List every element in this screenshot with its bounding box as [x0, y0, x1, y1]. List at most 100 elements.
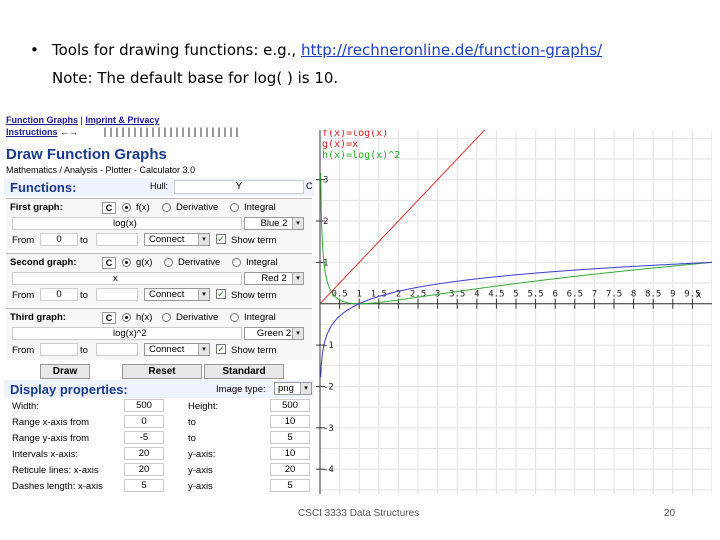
x-tick-label: 5.5 [527, 290, 543, 300]
function-graphs-screenshot: Function Graphs | Imprint & Privacy Inst… [4, 112, 712, 494]
nav-link-function-graphs[interactable]: Function Graphs [6, 115, 78, 125]
integral-radio[interactable] [232, 258, 241, 267]
note-line: Note: The default base for log( ) is 10. [52, 69, 339, 87]
color-c-button[interactable]: C [102, 312, 116, 324]
y-tick-label: 3 [323, 176, 328, 186]
function-name: h(x) [136, 312, 153, 323]
property-label: Range y-axis from [12, 433, 90, 444]
functions-header: Functions: Hull: Y C [4, 178, 314, 196]
connect-select[interactable]: Connect ▾ [144, 233, 210, 246]
reset-button[interactable]: Reset [122, 364, 202, 379]
nav-link-instructions[interactable]: Instructions [6, 127, 58, 137]
property-input[interactable]: 500 [124, 399, 164, 412]
third-graph-panel: Third graph: C h(x) Derivative Integral … [6, 308, 312, 360]
nav-link-imprint[interactable]: Imprint & Privacy [85, 115, 159, 125]
standard-button[interactable]: Standard [204, 364, 284, 379]
show-term-checkbox[interactable]: ✓ [216, 344, 226, 354]
integral-radio[interactable] [230, 203, 239, 212]
from-label: From [12, 235, 35, 246]
connect-select[interactable]: Connect ▾ [144, 343, 210, 356]
from-input[interactable]: 0 [40, 233, 78, 246]
from-label: From [12, 345, 35, 356]
chevron-down-icon: ▾ [292, 328, 303, 339]
legend-entry: g(x)=x [322, 139, 358, 150]
x-tick-label: 9 [670, 290, 675, 300]
connect-select[interactable]: Connect ▾ [144, 288, 210, 301]
from-input[interactable] [40, 343, 78, 356]
x-tick-label: 7.5 [606, 290, 622, 300]
property-row: Reticule lines: x-axis 20 y-axis 20 [6, 462, 312, 478]
integral-label: Integral [244, 202, 276, 213]
property-input[interactable]: 5 [270, 479, 310, 492]
control-panel: Function Graphs | Imprint & Privacy Inst… [4, 112, 314, 494]
hull-input[interactable]: Y [174, 180, 304, 194]
property-input[interactable]: 20 [124, 463, 164, 476]
function-radio[interactable] [122, 258, 131, 267]
x-tick-label: 1 [356, 290, 361, 300]
to-input[interactable] [96, 343, 138, 356]
to-input[interactable] [96, 233, 138, 246]
property-label: y-axis [188, 481, 213, 492]
from-input[interactable]: 0 [40, 288, 78, 301]
derivative-radio[interactable] [164, 258, 173, 267]
width-ruler[interactable]: ||||||||||||||||||||||| [102, 128, 240, 139]
property-input[interactable]: 5 [124, 479, 164, 492]
property-input[interactable]: 10 [270, 415, 310, 428]
color-select[interactable]: Blue 2 ▾ [244, 217, 304, 230]
x-axis-label: x [696, 291, 702, 301]
color-c-button[interactable]: C [102, 202, 116, 214]
derivative-radio[interactable] [162, 313, 171, 322]
to-input[interactable] [96, 288, 138, 301]
property-input[interactable]: 500 [270, 399, 310, 412]
chevron-down-icon: ▾ [198, 344, 209, 355]
y-tick-label: -3 [323, 424, 334, 434]
property-input[interactable]: 0 [124, 415, 164, 428]
legend-entry: f(x)=log(x) [322, 130, 388, 139]
to-label: to [80, 345, 88, 356]
function-expression-input[interactable]: log(x) [12, 217, 242, 230]
property-label: y-axis: [188, 449, 216, 460]
display-properties-label: Display properties: [10, 382, 128, 397]
property-input[interactable]: -5 [124, 431, 164, 444]
integral-radio[interactable] [230, 313, 239, 322]
chevron-down-icon: ▾ [300, 383, 311, 394]
color-select[interactable]: Red 2 ▾ [244, 272, 304, 285]
property-row: Range x-axis from 0 to 10 [6, 414, 312, 430]
range-row: From to Connect ▾ ✓ Show term [6, 343, 312, 359]
integral-label: Integral [246, 257, 278, 268]
bullet-line: • Tools for drawing functions: e.g., http… [30, 36, 602, 64]
color-c-button[interactable]: C [102, 257, 116, 269]
show-term-checkbox[interactable]: ✓ [216, 234, 226, 244]
function-graphs-link[interactable]: http://rechneronline.de/function-graphs/ [301, 41, 602, 59]
graph-title: Second graph: [10, 257, 77, 268]
color-select[interactable]: Green 2 ▾ [244, 327, 304, 340]
hull-c-label: C [306, 181, 313, 191]
function-expression-input[interactable]: x [12, 272, 242, 285]
connect-value: Connect [149, 234, 185, 245]
property-input[interactable]: 20 [124, 447, 164, 460]
bullet-text: Tools for drawing functions: e.g., [52, 41, 301, 59]
function-name: g(x) [136, 257, 153, 268]
property-input[interactable]: 20 [270, 463, 310, 476]
show-term-checkbox[interactable]: ✓ [216, 289, 226, 299]
draw-button[interactable]: Draw [40, 364, 90, 379]
image-type-select[interactable]: png ▾ [274, 382, 312, 395]
function-expression-input[interactable]: log(x)^2 [12, 327, 242, 340]
show-term-label: Show term [231, 235, 277, 246]
derivative-label: Derivative [178, 257, 221, 268]
app-title: Draw Function Graphs [6, 146, 167, 163]
property-label: y-axis [188, 465, 213, 476]
to-label: to [80, 235, 88, 246]
chevron-down-icon: ▾ [198, 234, 209, 245]
property-input[interactable]: 5 [270, 431, 310, 444]
property-row: Intervals x-axis: 20 y-axis: 10 [6, 446, 312, 462]
property-input[interactable]: 10 [270, 447, 310, 460]
function-radio[interactable] [122, 313, 131, 322]
property-label: Dashes length: x-axis [12, 481, 103, 492]
derivative-radio[interactable] [162, 203, 171, 212]
property-label: to [188, 417, 196, 428]
property-label: Height: [188, 401, 219, 412]
x-tick-label: 4.5 [488, 290, 504, 300]
function-radio[interactable] [122, 203, 131, 212]
second-graph-panel: Second graph: C g(x) Derivative Integral… [6, 253, 312, 305]
